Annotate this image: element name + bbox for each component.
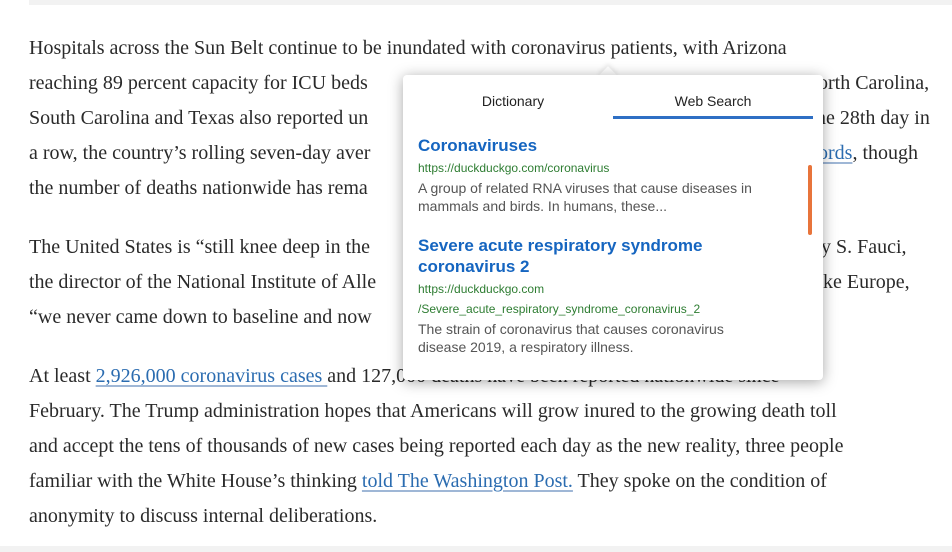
article-text-line: anonymity to discuss internal deliberati… [29,505,378,527]
article-text-line: The United States is “still knee deep in… [29,236,371,258]
article-text: At least [29,365,96,387]
search-results: Coronaviruses https://duckduckgo.com/cor… [403,119,823,380]
bottom-divider [0,546,952,552]
article-text-fragment: y S. Fauci, [821,236,907,258]
result-title[interactable]: Severe acute respiratory syndrome [418,235,793,256]
article-text-line: February. The Trump administration hopes… [29,400,837,422]
search-result[interactable]: Coronaviruses https://duckduckgo.com/cor… [418,135,793,215]
coronavirus-cases-link[interactable]: 2,926,000 coronavirus cases [96,365,328,387]
tab-dictionary[interactable]: Dictionary [413,75,613,117]
lookup-popup: Dictionary Web Search Coronaviruses http… [403,75,823,380]
article-text-line: the director of the National Institute o… [29,271,377,293]
records-link[interactable]: ords [818,142,852,164]
article-text: , though [852,142,919,164]
article-text-line: Hospitals across the Sun Belt continue t… [29,37,787,59]
article-text-fragment: ords, though [818,136,918,171]
article-text-line: “we never came down to baseline and now [29,306,372,328]
result-title[interactable]: Coronaviruses [418,135,793,156]
top-divider [29,0,952,5]
result-snippet: disease 2019, a respiratory illness. [418,339,634,355]
search-result[interactable]: Severe acute respiratory syndrome corona… [418,235,793,356]
result-url: https://duckduckgo.com/coronavirus [418,161,610,175]
article-text-fragment: ne 28th day in [816,107,930,129]
article-text-line: reaching 89 percent capacity for ICU bed… [29,72,368,94]
popup-tabs: Dictionary Web Search [403,75,823,119]
result-snippet: A group of related RNA viruses that caus… [418,180,752,196]
article-text: familiar with the White House’s thinking [29,470,362,492]
result-snippet: The strain of coronavirus that causes co… [418,321,724,337]
article-text-line: the number of deaths nationwide has rema [29,177,368,199]
article-text-line: and accept the tens of thousands of new … [29,435,844,457]
article-text-line: South Carolina and Texas also reported u… [29,107,369,129]
tab-web-search[interactable]: Web Search [613,75,813,117]
article-text-line: a row, the country’s rolling seven-day a… [29,142,371,164]
article-text-line: familiar with the White House’s thinking… [29,464,827,499]
article-text-fragment: ke Europe, [823,271,910,293]
result-url: https://duckduckgo.com [418,282,545,296]
article-text-fragment: orth Carolina, [818,72,930,94]
result-title[interactable]: coronavirus 2 [418,256,793,277]
article-text: They spoke on the condition of [572,470,827,492]
result-url: /Severe_acute_respiratory_syndrome_coron… [418,302,701,316]
result-snippet: mammals and birds. In humans, these... [418,198,667,214]
results-scrollbar[interactable] [808,165,812,235]
washington-post-link[interactable]: told The Washington Post. [362,470,573,492]
